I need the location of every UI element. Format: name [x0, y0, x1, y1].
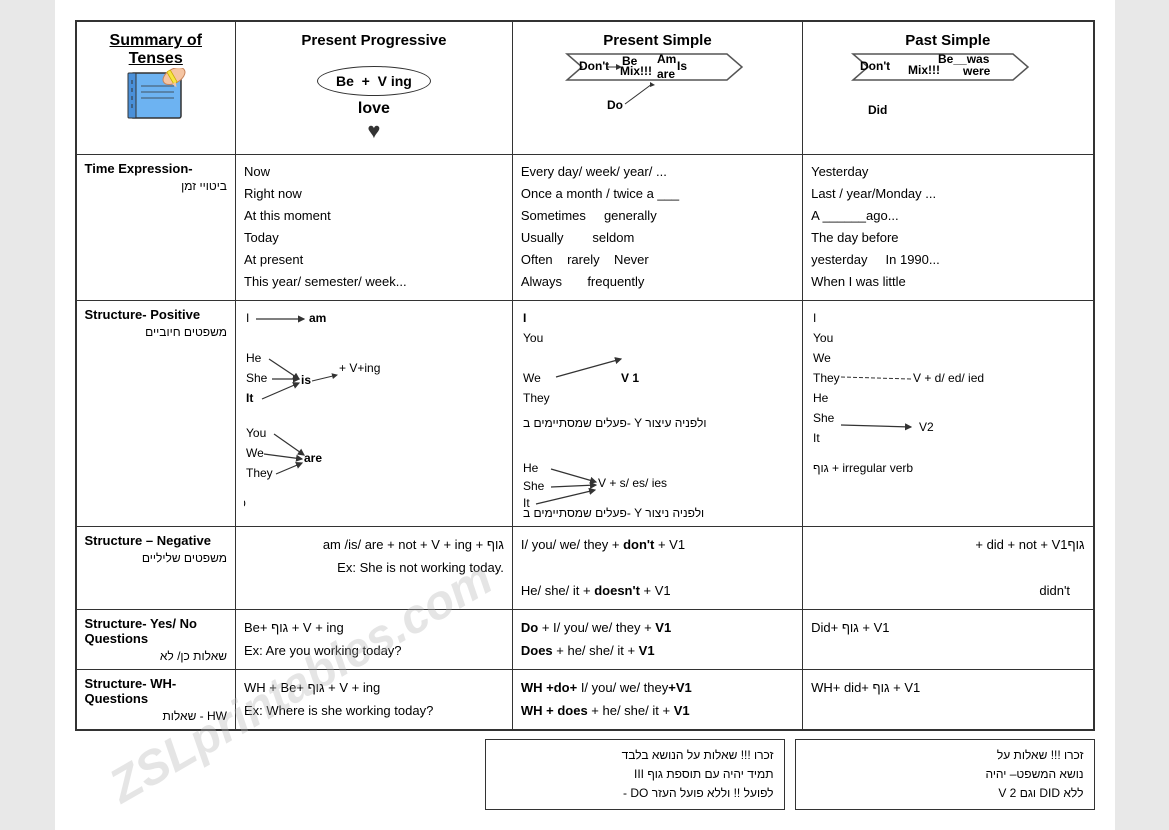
svg-text:גוף + irregular verb: גוף + irregular verb	[813, 461, 913, 475]
struct-neg-ps: I/ you/ we/ they + don't + V1 He/ she/ i…	[512, 526, 802, 609]
col1-header: Summary of Tenses	[76, 21, 236, 155]
svg-text:V + s/ es/ ies: V + s/ es/ ies	[598, 476, 667, 490]
svg-text:Did: Did	[868, 103, 887, 117]
svg-text:am: am	[309, 311, 326, 325]
time-ps: Every day/ week/ year/ ... Once a month …	[512, 155, 802, 301]
svg-text:She: She	[246, 371, 268, 385]
svg-text:Mix!!!: Mix!!!	[620, 64, 652, 78]
bottom-notes: זכרו !!! שאלות על הנושא בלבד תמיד יהיה ע…	[75, 739, 1095, 811]
svg-text:is: is	[301, 373, 311, 387]
svg-text:פעלים שמסתיימים באותיות שורקות: פעלים שמסתיימים באותיות שורקות +	[244, 496, 246, 510]
bottom-note2: זכרו !!! שאלות על נושא המשפט– יהיה ללא D…	[795, 739, 1095, 811]
svg-text:They: They	[246, 466, 273, 480]
svg-text:It: It	[246, 391, 253, 405]
struct-pos-ps: I You We They V 1 פעלים שמסתיימים ב- Y ו…	[512, 300, 802, 526]
struct-wh-past: WH+ did+ גוף + V1	[803, 669, 1094, 730]
svg-text:We: We	[813, 351, 831, 365]
struct-pos-label: Structure- Positive משפטים חיוביים	[76, 300, 236, 526]
time-pp: NowRight nowAt this momentTodayAt presen…	[236, 155, 513, 301]
col3-header: Present Simple Don't Be Am Is are Mix!!!	[512, 21, 802, 155]
struct-wh-ps: WH +do+ I/ you/ we/ they+V1 WH + does + …	[512, 669, 802, 730]
struct-pos-pp: I am	[236, 300, 513, 526]
main-table: Summary of Tenses	[75, 20, 1095, 731]
header-row: Summary of Tenses	[76, 21, 1094, 155]
col2-header: Present Progressive Be + V ing love ♥	[236, 21, 513, 155]
svg-text:He: He	[246, 351, 262, 365]
struct-neg-pp: גוף + am /is/ are + not + V + ing Ex: Sh…	[236, 526, 513, 609]
notebook-icon	[116, 68, 196, 128]
svg-text:V2: V2	[919, 420, 934, 434]
svg-text:were: were	[962, 64, 991, 78]
svg-text:He: He	[813, 391, 829, 405]
svg-text:It: It	[813, 431, 820, 445]
svg-text:He: He	[523, 461, 539, 475]
svg-text:פעלים שמסתיימים ב- Y ולפניה ני: פעלים שמסתיימים ב- Y ולפניה ניצור	[523, 506, 704, 517]
svg-text:They: They	[523, 391, 550, 405]
svg-text:I: I	[813, 311, 816, 325]
struct-yn-pp: Be+ גוף + V + ing Ex: Are you working to…	[236, 609, 513, 669]
time-expression-row: Time Expression- ביטויי זמן NowRight now…	[76, 155, 1094, 301]
svg-text:Am: Am	[657, 52, 676, 66]
ps-header-diagram: Don't Be Am Is are Mix!!! Do	[557, 49, 757, 134]
svg-text:We: We	[246, 446, 264, 460]
time-label: Time Expression- ביטויי זמן	[76, 155, 236, 301]
struct-yn-label: Structure- Yes/ No Questions שאלות כן/ ל…	[76, 609, 236, 669]
svg-text:We: We	[523, 371, 541, 385]
struct-negative-row: Structure – Negative משפטים שליליים גוף …	[76, 526, 1094, 609]
svg-text:You: You	[246, 426, 266, 440]
struct-yn-past: Did+ גוף + V1	[803, 609, 1094, 669]
svg-text:V 1: V 1	[621, 371, 639, 385]
struct-yn-ps: Do + I/ you/ we/ they + V1 Does + he/ sh…	[512, 609, 802, 669]
svg-text:Don't: Don't	[860, 59, 890, 73]
svg-text:You: You	[523, 331, 543, 345]
pp-structure-diagram: I am	[244, 307, 434, 517]
col4-header: Past Simple Don't Be__was were Mix!!! Di…	[803, 21, 1094, 155]
struct-positive-row: Structure- Positive משפטים חיוביים I am	[76, 300, 1094, 526]
svg-text:She: She	[523, 479, 545, 493]
svg-text:Don't: Don't	[579, 59, 609, 73]
time-past: Yesterday Last / year/Monday ... A _____…	[803, 155, 1094, 301]
struct-neg-past: גוף + did + not + V1 didn't	[803, 526, 1094, 609]
svg-text:I: I	[523, 311, 526, 325]
svg-text:Do: Do	[607, 98, 623, 112]
svg-text:Is: Is	[677, 59, 687, 73]
ps-structure-diagram: I You We They V 1 פעלים שמסתיימים ב- Y ו…	[521, 307, 721, 517]
struct-pos-past: I You We They He She It V + d/ ed/ ied V…	[803, 300, 1094, 526]
svg-text:are: are	[657, 67, 675, 81]
svg-text:Mix!!!: Mix!!!	[908, 63, 940, 77]
svg-text:+ V+ing: + V+ing	[339, 361, 380, 375]
bottom-note1: זכרו !!! שאלות על הנושא בלבד תמיד יהיה ע…	[485, 739, 785, 811]
svg-text:פעלים שמסתיימים ב- Y ולפניה עי: פעלים שמסתיימים ב- Y ולפניה עיצור	[523, 416, 707, 430]
svg-text:She: She	[813, 411, 835, 425]
page: ZSLprintables.com Summary of Tenses	[55, 0, 1115, 830]
struct-neg-label: Structure – Negative משפטים שליליים	[76, 526, 236, 609]
pp-formula: Be + V ing love ♥	[244, 66, 504, 144]
svg-text:You: You	[813, 331, 833, 345]
svg-text:are: are	[304, 451, 322, 465]
struct-wh-row: Structure- WH- Questions WH - שאלות WH +…	[76, 669, 1094, 730]
struct-yn-row: Structure- Yes/ No Questions שאלות כן/ ל…	[76, 609, 1094, 669]
svg-text:V + d/ ed/ ied: V + d/ ed/ ied	[913, 371, 984, 385]
past-structure-diagram: I You We They He She It V + d/ ed/ ied V…	[811, 307, 1011, 517]
struct-wh-pp: WH + Be+ גוף + V + ing Ex: Where is she …	[236, 669, 513, 730]
svg-text:They: They	[813, 371, 840, 385]
svg-text:I: I	[246, 311, 249, 325]
past-header-diagram: Don't Be__was were Mix!!! Did	[848, 49, 1048, 134]
struct-wh-label: Structure- WH- Questions WH - שאלות	[76, 669, 236, 730]
